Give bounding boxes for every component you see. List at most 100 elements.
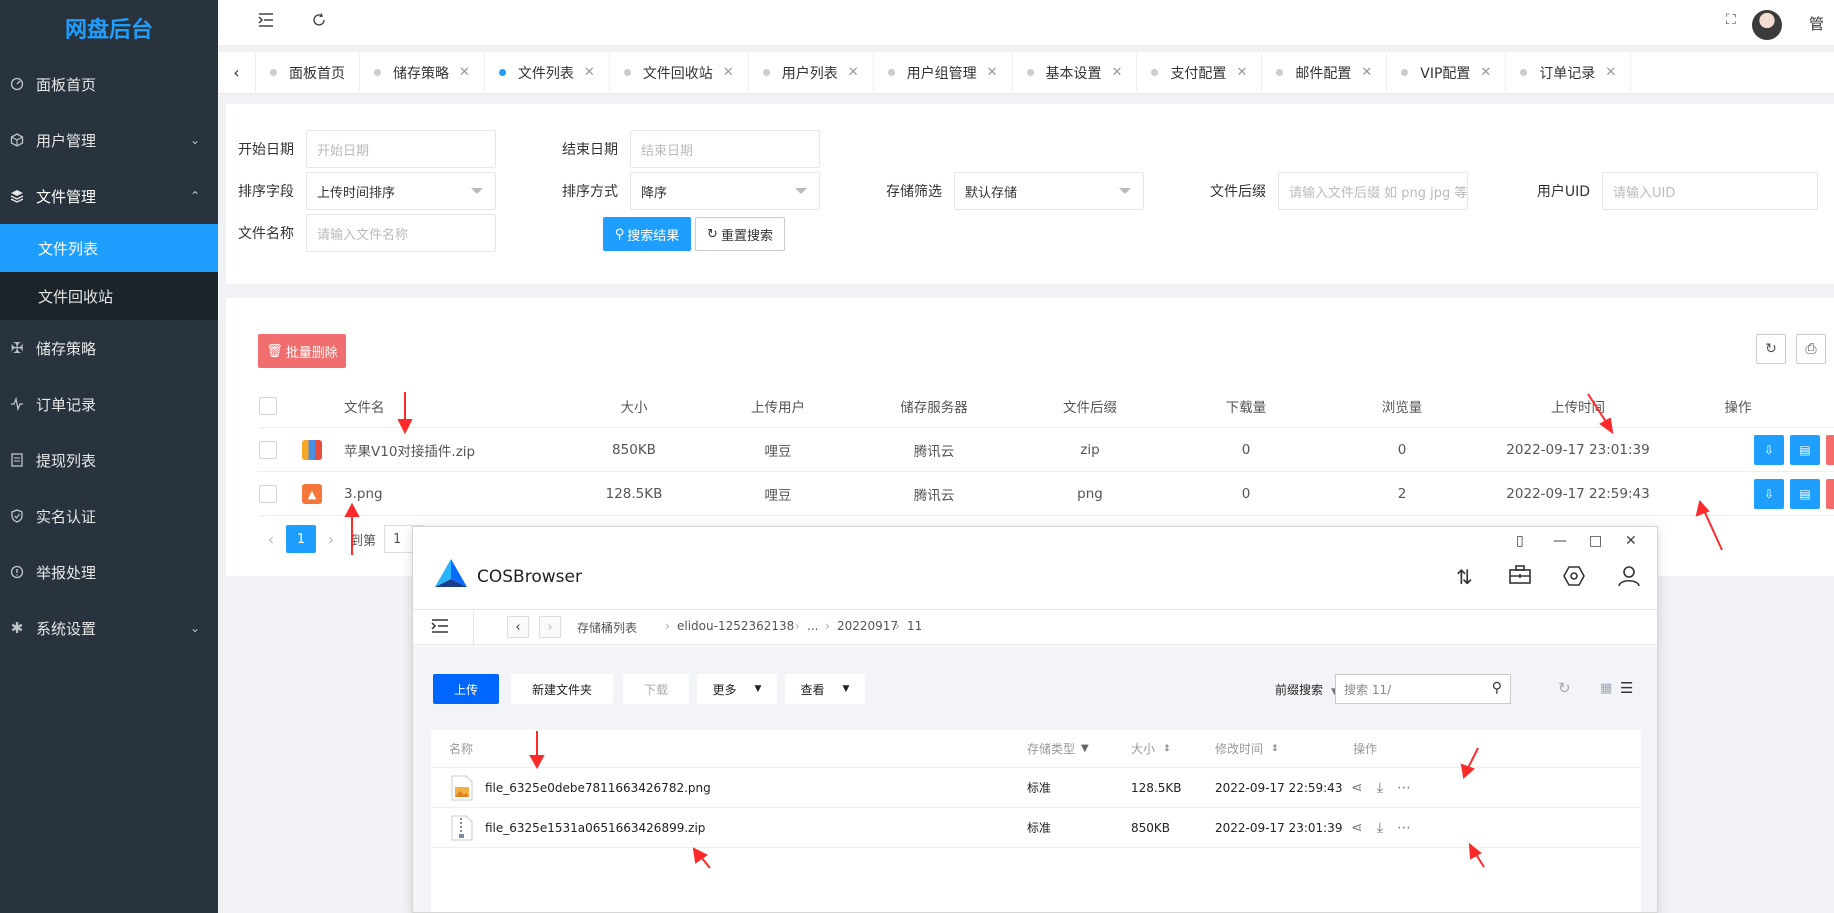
app-logo[interactable]: 网盘后台: [0, 0, 218, 56]
prefix-search-dropdown[interactable]: 前缀搜索▼: [1275, 681, 1338, 698]
close-icon[interactable]: ✕: [848, 65, 859, 80]
tabs-prev-button[interactable]: ‹: [218, 51, 256, 94]
tab-vip-config[interactable]: VIP配置 ✕: [1387, 51, 1507, 94]
filter-icon[interactable]: ▼: [1081, 743, 1089, 754]
collapse-menu-icon[interactable]: [258, 12, 274, 31]
search-button[interactable]: ⚲ 搜索结果: [603, 217, 691, 251]
grid-view-icon[interactable]: ▦: [1600, 681, 1612, 696]
download-button[interactable]: 下载: [623, 674, 689, 704]
close-icon[interactable]: ✕: [1480, 65, 1491, 80]
suffix-input[interactable]: 请输入文件后缀 如 png jpg 等: [1278, 172, 1468, 210]
mobile-icon[interactable]: ▯: [1516, 533, 1524, 549]
sort-field-select[interactable]: 上传时间排序: [306, 172, 496, 210]
sidebar-item-settings[interactable]: ✱ 系统设置 ⌄: [0, 600, 218, 656]
detail-button[interactable]: ▤: [1790, 479, 1820, 509]
more-icon[interactable]: ⋯: [1397, 820, 1411, 836]
maximize-icon[interactable]: □: [1589, 533, 1602, 549]
crumb-ellipsis[interactable]: ...: [807, 619, 818, 633]
uid-input[interactable]: 请输入UID: [1602, 172, 1818, 210]
page-current[interactable]: 1: [286, 525, 316, 553]
sort-order-select[interactable]: 降序: [630, 172, 820, 210]
more-dropdown[interactable]: 更多 ▼: [697, 674, 777, 704]
end-date-input[interactable]: 结束日期: [630, 130, 820, 168]
sidebar-item-storage-strategy[interactable]: ✠ 储存策略: [0, 320, 218, 376]
transfer-icon[interactable]: ⇅: [1456, 565, 1473, 589]
col-storage-type[interactable]: 存储类型 ▼: [1027, 730, 1089, 767]
tab-recycle-bin[interactable]: 文件回收站 ✕: [610, 51, 749, 94]
close-icon[interactable]: ✕: [987, 65, 998, 80]
minimize-icon[interactable]: —: [1553, 533, 1567, 549]
file-name[interactable]: 苹果V10对接插件.zip: [344, 428, 475, 472]
object-row[interactable]: file_6325e0debe7811663426782.png 标准 128.…: [431, 768, 1641, 808]
col-size[interactable]: 大小: [574, 384, 694, 428]
back-button[interactable]: ‹: [507, 616, 529, 638]
close-icon[interactable]: ✕: [723, 65, 734, 80]
delete-button[interactable]: [1826, 479, 1834, 509]
sidebar-item-file-management[interactable]: 文件管理 ⌃: [0, 168, 218, 224]
admin-name[interactable]: 管: [1809, 13, 1824, 34]
sidebar-item-recycle-bin[interactable]: 文件回收站: [0, 272, 218, 320]
start-date-input[interactable]: 开始日期: [306, 130, 496, 168]
col-upload-time[interactable]: 上传时间: [1498, 384, 1658, 428]
more-icon[interactable]: ⋯: [1397, 780, 1411, 796]
avatar[interactable]: [1752, 10, 1782, 40]
tab-storage-strategy[interactable]: 储存策略 ✕: [360, 51, 485, 94]
batch-delete-button[interactable]: 🗑 批量删除: [258, 334, 346, 368]
sidebar-item-verification[interactable]: 实名认证: [0, 488, 218, 544]
download-icon[interactable]: ⤓: [1377, 780, 1383, 796]
forward-button[interactable]: ›: [539, 616, 561, 638]
tab-dashboard[interactable]: 面板首页: [256, 51, 360, 94]
close-icon[interactable]: ✕: [1236, 65, 1247, 80]
list-view-icon[interactable]: ☰: [1620, 679, 1633, 697]
fullscreen-icon[interactable]: ⛶: [1726, 12, 1736, 28]
file-name[interactable]: 3.png: [344, 472, 383, 516]
col-uploader[interactable]: 上传用户: [718, 384, 838, 428]
col-suffix[interactable]: 文件后缀: [1030, 384, 1150, 428]
sidebar-item-dashboard[interactable]: 面板首页: [0, 56, 218, 112]
storage-filter-select[interactable]: 默认存储: [954, 172, 1144, 210]
tab-user-groups[interactable]: 用户组管理 ✕: [874, 51, 1013, 94]
toggle-sidebar-icon[interactable]: [431, 619, 449, 637]
tab-mail-config[interactable]: 邮件配置 ✕: [1262, 51, 1388, 94]
search-input[interactable]: 搜索 11/ ⚲: [1335, 674, 1511, 704]
close-icon[interactable]: ✕: [584, 65, 595, 80]
settings-hex-icon[interactable]: [1563, 565, 1585, 592]
tab-file-list[interactable]: 文件列表 ✕: [485, 51, 610, 94]
reset-button[interactable]: ↻ 重置搜索: [695, 217, 785, 251]
close-icon[interactable]: ✕: [1361, 65, 1372, 80]
col-file-name[interactable]: 文件名: [344, 384, 385, 428]
sidebar-item-orders[interactable]: 订单记录: [0, 376, 218, 432]
col-modified[interactable]: 修改时间 ⇕: [1215, 730, 1279, 767]
tab-payment-config[interactable]: 支付配置 ✕: [1137, 51, 1263, 94]
row-checkbox[interactable]: [259, 485, 277, 503]
refresh-icon[interactable]: ↻: [1558, 679, 1571, 697]
close-icon[interactable]: ✕: [1625, 533, 1637, 549]
download-button[interactable]: ⇩: [1754, 435, 1784, 465]
detail-button[interactable]: ▤: [1790, 435, 1820, 465]
table-refresh-button[interactable]: ↻: [1756, 334, 1786, 364]
sort-icon[interactable]: ⇕: [1163, 744, 1171, 754]
sidebar-item-file-list[interactable]: 文件列表: [0, 224, 218, 272]
view-dropdown[interactable]: 查看 ▼: [785, 674, 865, 704]
select-all-checkbox[interactable]: [259, 397, 277, 415]
upload-button[interactable]: 上传: [433, 674, 499, 704]
close-icon[interactable]: ✕: [1605, 65, 1616, 80]
prev-page-icon[interactable]: ‹: [256, 524, 286, 554]
sidebar-item-reports[interactable]: 举报处理: [0, 544, 218, 600]
refresh-icon[interactable]: [312, 12, 326, 31]
search-icon[interactable]: ⚲: [1492, 680, 1502, 696]
object-row[interactable]: file_6325e1531a0651663426899.zip 标准 850K…: [431, 808, 1641, 848]
col-downloads[interactable]: 下载量: [1186, 384, 1306, 428]
col-views[interactable]: 浏览量: [1342, 384, 1462, 428]
object-name[interactable]: file_6325e1531a0651663426899.zip: [485, 808, 705, 847]
file-name-input[interactable]: 请输入文件名称: [306, 214, 496, 252]
row-checkbox[interactable]: [259, 441, 277, 459]
tab-basic-settings[interactable]: 基本设置 ✕: [1013, 51, 1138, 94]
crumb-bucket[interactable]: elidou-1252362138: [677, 619, 794, 633]
close-icon[interactable]: ✕: [459, 65, 470, 80]
download-icon[interactable]: ⤓: [1377, 820, 1383, 836]
new-folder-button[interactable]: 新建文件夹: [511, 674, 613, 704]
share-icon[interactable]: ⋖: [1351, 820, 1363, 836]
col-server[interactable]: 储存服务器: [874, 384, 994, 428]
tab-orders[interactable]: 订单记录 ✕: [1506, 51, 1632, 94]
